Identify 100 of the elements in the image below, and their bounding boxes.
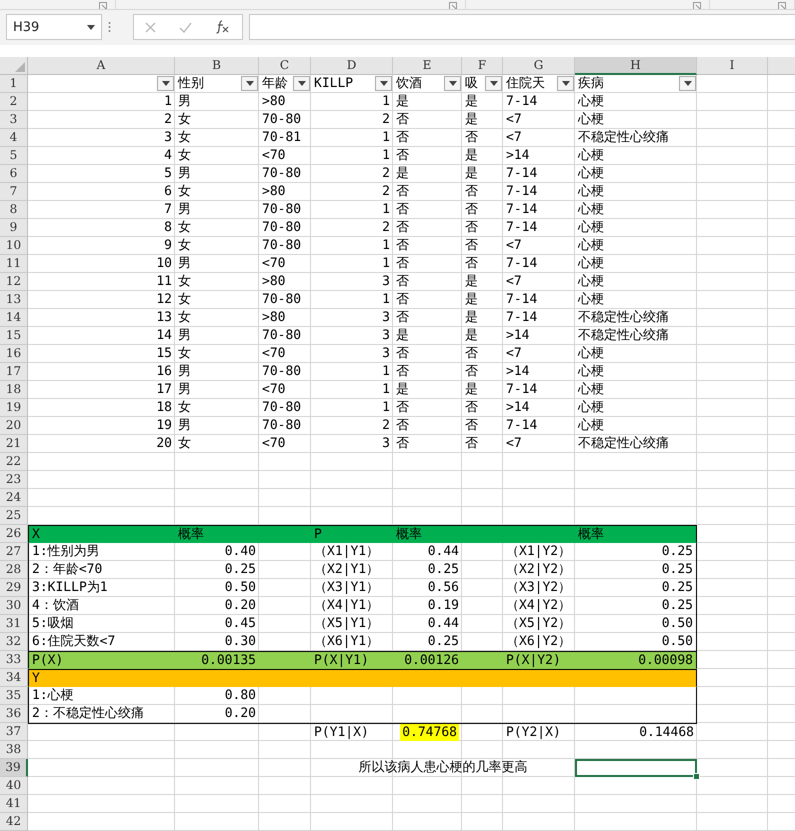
row-header[interactable]: 7 [0, 183, 28, 201]
row-header[interactable]: 8 [0, 201, 28, 219]
spreadsheet-cell[interactable]: 否 [393, 309, 462, 327]
spreadsheet-cell[interactable]: 0.50 [575, 615, 697, 633]
spreadsheet-cell[interactable]: 0.80 [175, 687, 259, 705]
row-header[interactable]: 37 [0, 723, 28, 741]
spreadsheet-cell[interactable]: 0.25 [575, 561, 697, 579]
row-header[interactable]: 41 [0, 795, 28, 813]
spreadsheet-cell[interactable]: 否 [393, 255, 462, 273]
spreadsheet-cell[interactable]: 心梗 [575, 219, 697, 237]
spreadsheet-cell[interactable]: 3 [311, 345, 393, 363]
spreadsheet-cell[interactable]: 1 [311, 147, 393, 165]
spreadsheet-cell[interactable]: 70-80 [259, 291, 311, 309]
spreadsheet-cell[interactable]: 1 [311, 381, 393, 399]
spreadsheet-cell[interactable]: 2：不稳定性心绞痛 [28, 705, 175, 723]
spreadsheet-cell[interactable]: 7-14 [503, 255, 575, 273]
row-header[interactable]: 18 [0, 381, 28, 399]
spreadsheet-cell[interactable]: 0.00135 [175, 651, 259, 669]
spreadsheet-cell[interactable]: 1 [311, 93, 393, 111]
spreadsheet-cell[interactable]: 2 [311, 183, 393, 201]
spreadsheet-cell[interactable]: 2：年龄<70 [28, 561, 175, 579]
row-header[interactable]: 29 [0, 579, 28, 597]
spreadsheet-cell[interactable]: 否 [393, 417, 462, 435]
row-header[interactable]: 20 [0, 417, 28, 435]
spreadsheet-cell[interactable]: P(Y2|X) [503, 723, 575, 741]
spreadsheet-cell[interactable]: <7 [503, 129, 575, 147]
spreadsheet-cell[interactable]: 心梗 [575, 183, 697, 201]
spreadsheet-cell[interactable]: 18 [28, 399, 175, 417]
spreadsheet-cell[interactable]: 否 [393, 435, 462, 453]
name-box[interactable]: H39 [6, 14, 102, 40]
spreadsheet-cell[interactable]: KILLP [311, 75, 393, 93]
spreadsheet-cell[interactable]: 否 [462, 399, 503, 417]
spreadsheet-cell[interactable]: 3 [311, 327, 393, 345]
spreadsheet-cell[interactable]: 6 [28, 183, 175, 201]
spreadsheet-cell[interactable]: 0.44 [393, 615, 462, 633]
spreadsheet-cell[interactable]: （X1|Y1） [311, 543, 393, 561]
spreadsheet-cell[interactable]: 年龄 [259, 75, 311, 93]
row-header[interactable]: 12 [0, 273, 28, 291]
spreadsheet-cell[interactable]: 否 [462, 417, 503, 435]
spreadsheet-cell[interactable]: 70-80 [259, 237, 311, 255]
spreadsheet-cell[interactable]: 17 [28, 381, 175, 399]
fill-handle[interactable] [693, 773, 700, 780]
spreadsheet-cell[interactable]: 0.20 [175, 597, 259, 615]
function-icon[interactable] [214, 20, 231, 34]
spreadsheet-cell[interactable]: 女 [175, 345, 259, 363]
spreadsheet-cell[interactable]: （X2|Y1） [311, 561, 393, 579]
dialog-launcher-icon[interactable] [449, 2, 457, 9]
spreadsheet-cell[interactable] [575, 669, 697, 687]
spreadsheet-cell[interactable]: 0.30 [175, 633, 259, 651]
column-header[interactable]: C [259, 57, 311, 75]
spreadsheet-cell[interactable]: 7-14 [503, 165, 575, 183]
spreadsheet-cell[interactable]: 16 [28, 363, 175, 381]
spreadsheet-cell[interactable]: >14 [503, 363, 575, 381]
spreadsheet-cell[interactable]: 住院天 [503, 75, 575, 93]
spreadsheet-cell[interactable]: 女 [175, 219, 259, 237]
spreadsheet-cell[interactable]: 20 [28, 435, 175, 453]
spreadsheet-cell[interactable]: 饮酒 [393, 75, 462, 93]
spreadsheet-cell[interactable]: 70-80 [259, 111, 311, 129]
spreadsheet-cell[interactable]: （X6|Y2） [503, 633, 575, 651]
spreadsheet-cell[interactable]: 所以该病人患心梗的几率更高 [311, 759, 575, 777]
spreadsheet-cell[interactable]: 19 [28, 417, 175, 435]
spreadsheet-cell[interactable]: 1 [311, 291, 393, 309]
spreadsheet-cell[interactable]: 心梗 [575, 255, 697, 273]
spreadsheet-cell[interactable]: 心梗 [575, 111, 697, 129]
spreadsheet-cell[interactable]: <7 [503, 237, 575, 255]
spreadsheet-cell[interactable]: <7 [503, 435, 575, 453]
spreadsheet-cell[interactable]: >80 [259, 273, 311, 291]
selected-cell[interactable] [575, 759, 697, 777]
spreadsheet-cell[interactable]: （X3|Y2） [503, 579, 575, 597]
spreadsheet-cell[interactable]: 不稳定性心绞痛 [575, 129, 697, 147]
spreadsheet-cell[interactable]: 心梗 [575, 237, 697, 255]
spreadsheet-cell[interactable]: 是 [462, 291, 503, 309]
check-icon[interactable] [178, 22, 192, 33]
spreadsheet-cell[interactable]: 吸 [462, 75, 503, 93]
spreadsheet-cell[interactable]: 心梗 [575, 345, 697, 363]
spreadsheet-cell[interactable]: 男 [175, 201, 259, 219]
spreadsheet-cell[interactable]: 1 [311, 363, 393, 381]
spreadsheet-cell[interactable]: 不稳定性心绞痛 [575, 309, 697, 327]
spreadsheet-cell[interactable]: 5 [28, 165, 175, 183]
spreadsheet-cell[interactable]: 11 [28, 273, 175, 291]
spreadsheet-cell[interactable]: 1:性别为男 [28, 543, 175, 561]
row-header[interactable]: 5 [0, 147, 28, 165]
spreadsheet-cell[interactable]: （X4|Y1） [311, 597, 393, 615]
spreadsheet-cell[interactable]: 0.50 [175, 579, 259, 597]
spreadsheet-cell[interactable]: 是 [462, 381, 503, 399]
spreadsheet-cell[interactable]: （X3|Y1） [311, 579, 393, 597]
row-header[interactable]: 42 [0, 813, 28, 831]
spreadsheet-cell[interactable]: 疾病 [575, 75, 697, 93]
column-header[interactable]: E [393, 57, 462, 75]
spreadsheet-cell[interactable]: 女 [175, 435, 259, 453]
filter-button[interactable] [557, 76, 574, 91]
spreadsheet-cell[interactable]: 9 [28, 237, 175, 255]
spreadsheet-cell[interactable]: 0.44 [393, 543, 462, 561]
spreadsheet-cell[interactable]: <70 [259, 435, 311, 453]
row-header[interactable]: 28 [0, 561, 28, 579]
spreadsheet-cell[interactable]: 3 [28, 129, 175, 147]
spreadsheet-cell[interactable]: 15 [28, 345, 175, 363]
spreadsheet-cell[interactable]: 3:KILLP为1 [28, 579, 175, 597]
spreadsheet-cell[interactable]: 7-14 [503, 309, 575, 327]
filter-button[interactable] [444, 76, 461, 91]
